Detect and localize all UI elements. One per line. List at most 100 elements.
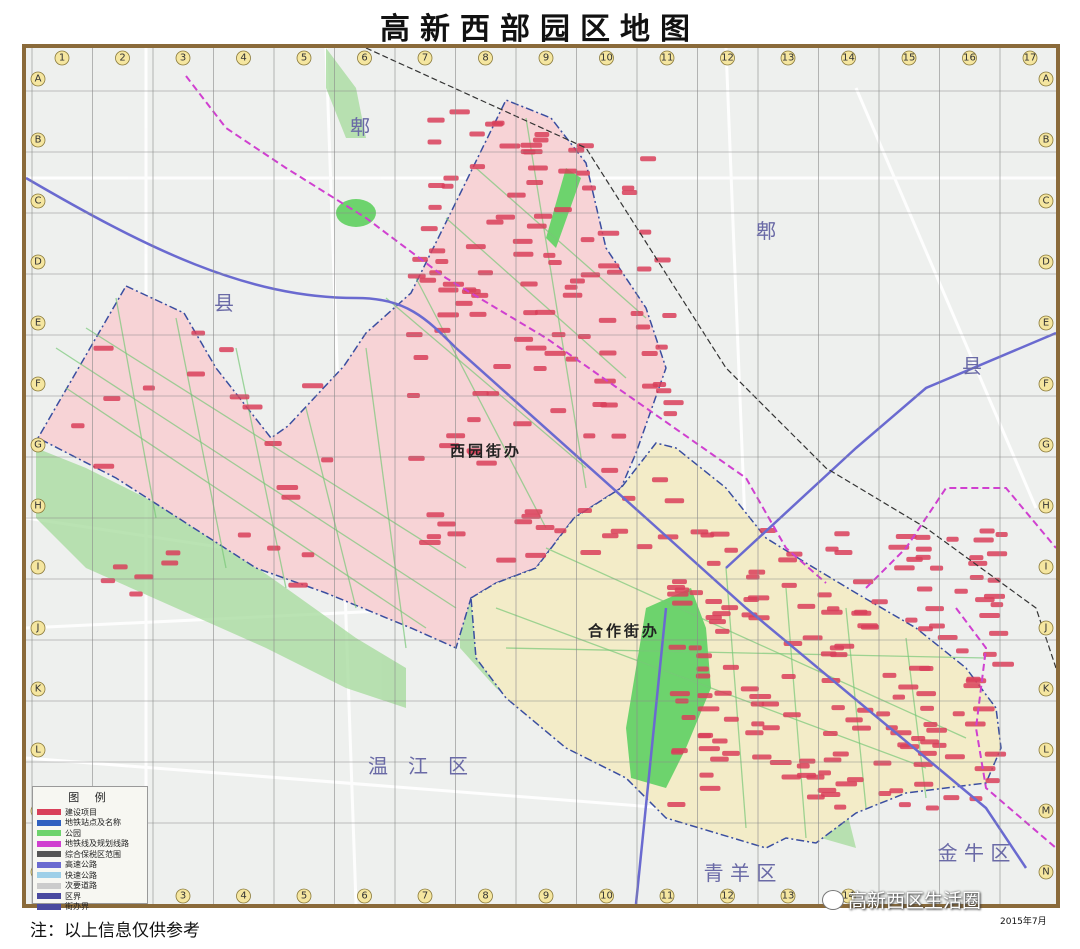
legend-label: 综合保税区范围 — [65, 849, 121, 859]
project-marker — [491, 120, 505, 126]
project-marker — [846, 777, 864, 783]
project-marker — [898, 684, 919, 690]
map-canvas[interactable]: 1234567891011121314151617 ABCDEFGHIJKLMN… — [26, 48, 1056, 904]
project-marker — [219, 347, 234, 353]
grid-row-label: L — [30, 742, 46, 758]
project-marker — [288, 582, 308, 588]
grid-label-text: 12 — [721, 891, 734, 902]
project-marker — [651, 477, 669, 483]
project-marker — [580, 237, 595, 243]
legend-item: 地铁站点及名称 — [37, 818, 143, 829]
legend-label: 公园 — [65, 828, 81, 838]
map-title: 高新西部园区地图 — [380, 12, 700, 47]
project-marker — [769, 760, 792, 766]
project-marker — [621, 190, 638, 196]
grid-label-text: 11 — [661, 53, 674, 64]
subdistrict-label-hezuo: 合作街办 — [587, 622, 660, 640]
project-marker — [781, 582, 797, 588]
project-marker — [533, 365, 547, 371]
project-marker — [427, 139, 442, 145]
project-marker — [952, 711, 965, 717]
grid-row-label: E — [30, 315, 46, 331]
grid-column-label: 14 — [841, 50, 856, 66]
project-marker — [878, 790, 892, 796]
project-marker — [979, 613, 1001, 619]
project-marker — [990, 602, 1004, 608]
project-marker — [601, 467, 619, 473]
grid-label-text: 3 — [180, 891, 186, 902]
project-marker — [495, 214, 516, 220]
project-marker — [688, 645, 702, 651]
project-marker — [698, 732, 714, 738]
project-marker — [499, 143, 521, 149]
grid-label-text: 11 — [661, 891, 674, 902]
project-marker — [598, 263, 620, 269]
grid-label-text: A — [1043, 74, 1050, 85]
project-marker — [237, 532, 251, 538]
grid-label-text: 15 — [903, 53, 916, 64]
project-marker — [551, 332, 566, 338]
project-marker — [507, 192, 526, 198]
grid-label-text: 17 — [1024, 53, 1037, 64]
project-marker — [889, 788, 904, 794]
project-marker — [520, 142, 543, 148]
grid-label-text: 2 — [119, 53, 125, 64]
grid-label-text: M — [1042, 806, 1051, 817]
project-marker — [564, 284, 578, 290]
project-marker — [535, 524, 555, 530]
grid-label-text: G — [34, 440, 42, 451]
project-marker — [882, 672, 897, 678]
project-marker — [925, 805, 939, 811]
legend-title: 图 例 — [68, 791, 112, 804]
project-marker — [426, 534, 442, 540]
project-marker — [986, 551, 1008, 557]
grid-label-text: J — [1044, 623, 1048, 634]
project-marker — [103, 396, 121, 402]
project-marker — [477, 270, 493, 276]
project-marker — [724, 547, 738, 553]
grid-label-text: A — [35, 74, 42, 85]
project-marker — [242, 404, 263, 410]
project-marker — [520, 281, 538, 287]
project-marker — [974, 766, 996, 772]
project-marker — [652, 381, 667, 387]
grid-column-label: 11 — [659, 50, 675, 66]
legend-item: 综合保税区范围 — [37, 849, 143, 860]
project-marker — [749, 693, 772, 699]
grid-label-text: 6 — [361, 891, 367, 902]
project-marker — [532, 137, 549, 143]
area-label-pi-east: 郫 — [756, 219, 776, 243]
grid-label-text: K — [35, 684, 42, 695]
grid-row-label: C — [30, 193, 46, 209]
grid-label-text: E — [35, 318, 41, 329]
project-marker — [526, 180, 544, 186]
project-marker — [426, 512, 445, 518]
project-marker — [817, 592, 832, 598]
grid-column-label: 5 — [296, 50, 312, 66]
watermark-text: 高新西区生活圈 — [848, 890, 982, 912]
project-marker — [914, 534, 931, 540]
project-marker — [873, 760, 892, 766]
project-marker — [965, 678, 987, 684]
grid-label-text: 4 — [240, 891, 246, 902]
project-marker — [697, 693, 713, 699]
project-marker — [722, 664, 739, 670]
disclaimer-note: 注：以上信息仅供参考 — [30, 921, 200, 941]
project-marker — [806, 774, 825, 780]
grid-row-label: K — [30, 681, 46, 697]
grid-label-text: 1 — [59, 53, 65, 64]
project-marker — [469, 311, 487, 317]
project-marker — [597, 230, 620, 236]
grid-label-text: 13 — [782, 53, 795, 64]
project-marker — [533, 213, 553, 219]
legend-label: 地铁线及规划线路 — [65, 839, 129, 849]
project-marker — [576, 143, 594, 149]
grid-row-label: B — [30, 132, 46, 148]
project-marker — [524, 509, 543, 515]
project-marker — [963, 683, 981, 689]
grid-column-label: 7 — [417, 888, 433, 904]
area-label-jinniu: 金 牛 区 — [938, 841, 1011, 865]
legend-swatch — [37, 861, 61, 868]
project-marker — [781, 774, 801, 780]
project-marker — [762, 725, 780, 731]
